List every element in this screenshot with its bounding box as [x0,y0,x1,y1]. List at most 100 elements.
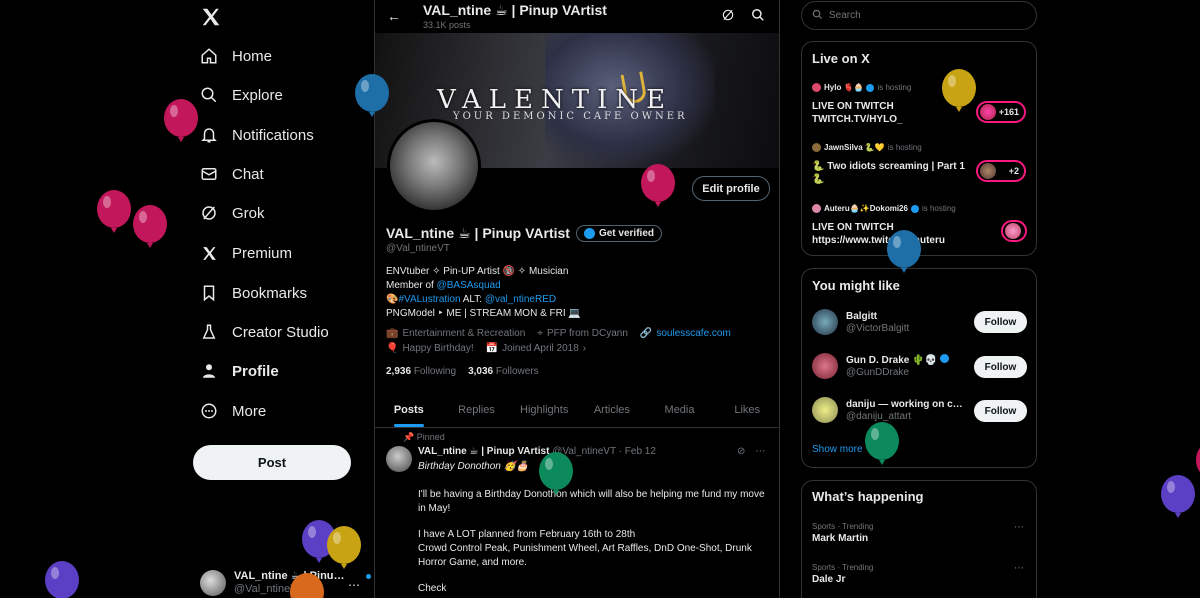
following-label: Following [413,366,457,377]
balloon-icon [97,190,131,233]
suggested-user[interactable]: Balgitt @VictorBalgitt [812,309,966,335]
profile-name-row: VAL_ntine ☕ | Pinup VArtist Get verified [386,225,662,242]
mail-icon [200,165,218,183]
post-avatar[interactable] [386,446,412,472]
bell-icon [200,126,218,144]
nav-home[interactable]: Home [200,41,272,71]
nav-creator-studio[interactable]: Creator Studio [200,317,329,347]
avatar [980,163,996,179]
more-icon[interactable]: ⋯ [1014,522,1024,533]
nav-more[interactable]: More [200,396,266,426]
nav-bookmarks[interactable]: Bookmarks [200,278,307,308]
trends-card: What’s happening Sports · Trending Mark … [801,480,1037,598]
avatar [812,397,838,423]
get-verified-button[interactable]: Get verified [575,225,662,242]
follow-button[interactable]: Follow [974,400,1027,422]
notification-dot [366,574,371,579]
back-arrow-icon[interactable]: ← [387,8,401,24]
bio-link[interactable]: @BASAsquad [437,280,501,291]
grok-icon[interactable]: ⊘ [737,446,745,457]
live-host-name[interactable]: Auteru🧁✨Dokomi26 [824,204,908,213]
tab-media[interactable]: Media [646,392,714,427]
trend-item[interactable]: Sports · Trending Dale Jr [812,563,873,585]
post-body: I'll be having a Birthday Donothon which… [418,488,768,598]
post-actions: ⊘ ⋯ [737,446,765,457]
avatar [812,143,821,152]
search-placeholder: Search [829,10,861,21]
post-button[interactable]: Post [193,445,351,480]
nav-notifications[interactable]: Notifications [200,120,314,150]
nav-premium-label: Premium [232,244,293,262]
more-icon[interactable]: ⋯ [1014,563,1024,574]
profile-tabs: Posts Replies Highlights Articles Media … [375,392,779,428]
bio-text: Member of [386,280,437,291]
balloon-icon [133,205,167,248]
profile-website[interactable]: soulesscafe.com [656,328,730,339]
tab-replies[interactable]: Replies [443,392,511,427]
follow-button[interactable]: Follow [974,356,1027,378]
profile-location: PFP from DCyann [546,328,628,339]
nav-grok-label: Grok [232,204,265,222]
live-host: Hylo 🫀🧁 is hosting [812,83,911,92]
trend-category: Sports · Trending [812,563,874,572]
x-logo-icon[interactable] [200,6,222,28]
live-title[interactable]: 🐍 Two idiots screaming | Part 1 🐍 [812,160,977,186]
live-host-name[interactable]: JawnSilva 🐍💛 [824,143,885,152]
avatar [200,570,226,596]
more-icon[interactable]: ⋯ [755,446,765,457]
balloon-icon [942,69,976,112]
nav-premium[interactable]: Premium [200,238,292,268]
edit-profile-button[interactable]: Edit profile [692,176,770,201]
suggested-name: Gun D. Drake 🌵💀 [846,354,966,367]
more-circle-icon [200,402,218,420]
bio-line: Member of @BASAsquad [386,279,766,293]
follow-button[interactable]: Follow [974,311,1027,333]
suggested-user[interactable]: daniju — working on c… @daniju_attart [812,397,966,423]
profile-avatar[interactable] [387,119,481,213]
live-host-name[interactable]: Hylo 🫀🧁 [824,83,863,92]
grok-icon[interactable] [721,8,735,22]
verified-badge-icon [866,83,875,92]
bio-line: PNGModel ‣ ME | STREAM MON & FRI 💻 [386,308,581,319]
nav-chat[interactable]: Chat [200,159,264,189]
chevron-right-icon[interactable]: › [583,343,586,354]
following-link[interactable]: 2,936 Following [386,366,456,377]
live-listeners-pill[interactable] [1001,220,1027,242]
tab-likes[interactable]: Likes [713,392,779,427]
profile-name: VAL_ntine ☕ | Pinup VArtist [386,225,570,241]
live-listeners-pill[interactable]: +2 [976,160,1026,182]
bio-link[interactable]: @val_ntineRED [485,294,556,305]
live-hosting-label: is hosting [921,204,956,213]
show-more-link[interactable]: Show more [812,444,863,455]
tab-posts[interactable]: Posts [375,392,443,427]
get-verified-label: Get verified [598,228,654,239]
live-listeners-pill[interactable]: +161 [976,101,1026,123]
nav-grok[interactable]: Grok [200,198,265,228]
search-icon[interactable] [751,8,765,22]
bookmark-icon [200,284,218,302]
post-paragraph: I'll be having a Birthday Donothon which… [418,489,765,514]
live-hosting-label: is hosting [887,143,922,152]
tab-articles[interactable]: Articles [578,392,646,427]
bio-line: ENVtuber ✧ Pin-UP Artist 🔞 ✧ Musician [386,266,569,277]
followers-link[interactable]: 3,036 Followers [468,366,539,377]
nav-home-label: Home [232,47,273,65]
search-icon [812,9,823,23]
balloon-icon: 🎈 [386,343,399,354]
post-header: VAL_ntine ☕ | Pinup VArtist @Val_ntineVT… [418,446,758,457]
post-author[interactable]: VAL_ntine ☕ | Pinup VArtist [418,446,549,457]
pinned-indicator: 📌 Pinned [403,432,445,443]
suggested-user[interactable]: Gun D. Drake 🌵💀 @GunDDrake [812,353,966,379]
balloon-icon [327,526,361,569]
nav-chat-label: Chat [232,165,264,183]
trend-item[interactable]: Sports · Trending Mark Martin [812,522,873,544]
nav-profile[interactable]: Profile [200,356,279,386]
search-input[interactable]: Search [801,1,1037,30]
balloon-icon [45,561,79,598]
profile-handle: @Val_ntineVT [386,243,450,254]
tab-highlights[interactable]: Highlights [510,392,578,427]
nav-explore[interactable]: Explore [200,80,283,110]
more-icon[interactable]: ⋯ [348,578,360,592]
live-hosting-label: is hosting [877,83,912,92]
hashtag-link[interactable]: #VALustration [398,294,460,305]
